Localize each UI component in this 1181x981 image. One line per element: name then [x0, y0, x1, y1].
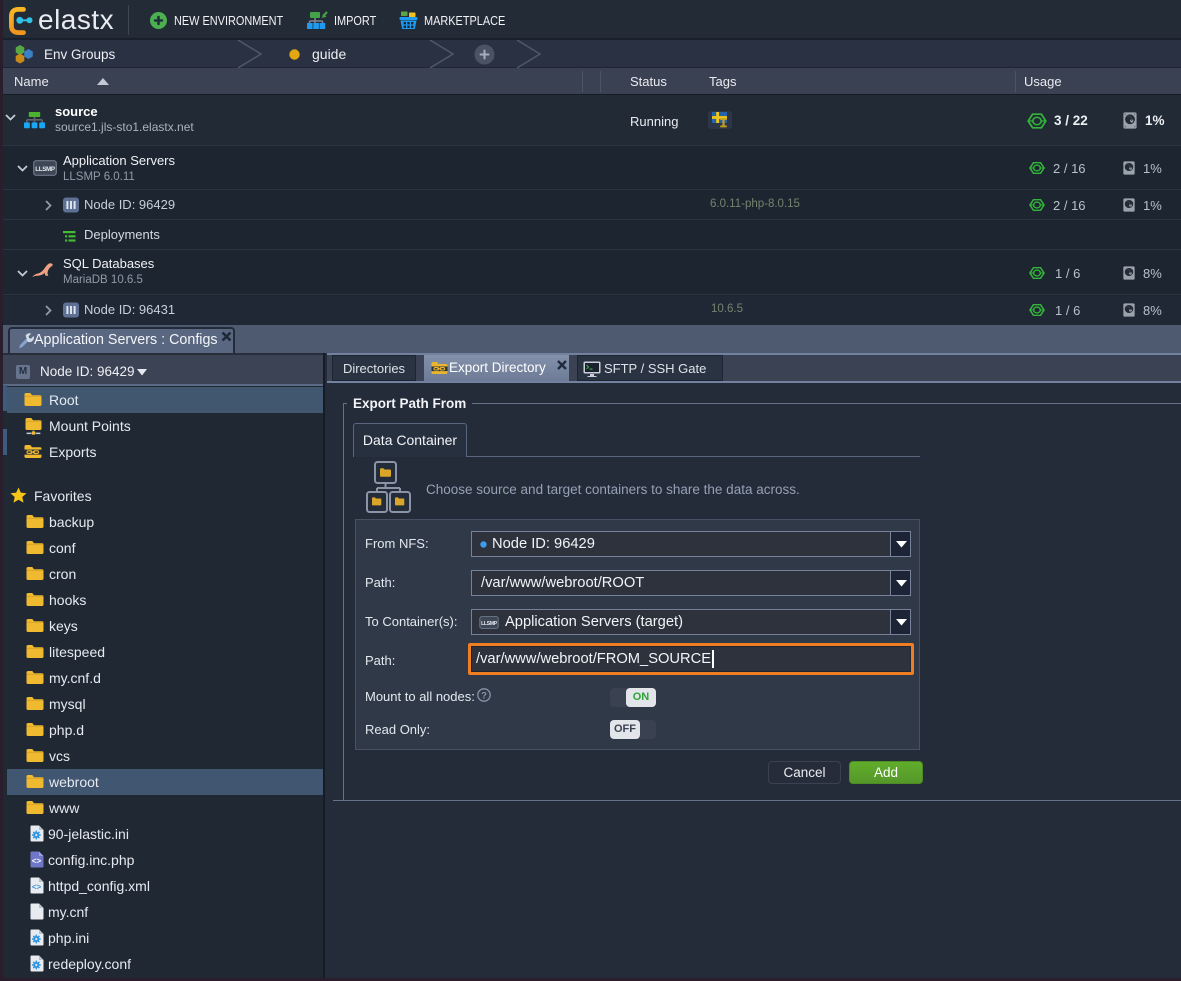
svg-text:<>: <> [32, 883, 42, 892]
svg-text:?: ? [481, 691, 487, 702]
svg-text:<>: <> [32, 857, 42, 866]
svg-text:LLSMP: LLSMP [35, 166, 55, 173]
svg-text:LLSMP: LLSMP [481, 621, 498, 627]
